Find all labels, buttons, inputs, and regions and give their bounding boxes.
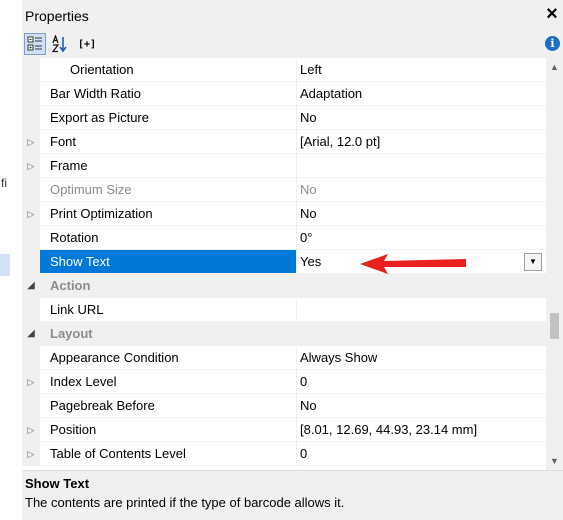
background-selection-edge xyxy=(0,254,10,276)
categorized-view-button[interactable] xyxy=(24,33,46,55)
categorized-view-icon xyxy=(27,36,42,51)
property-name: Export as Picture xyxy=(40,106,296,130)
expand-arrow-icon[interactable]: ▷ xyxy=(25,442,37,466)
expand-arrow-icon[interactable]: ▷ xyxy=(25,154,37,178)
red-annotation-arrow xyxy=(360,254,466,274)
description-title: Show Text xyxy=(25,476,90,491)
property-name: Appearance Condition xyxy=(40,346,296,370)
expand-arrow-icon[interactable]: ▷ xyxy=(25,370,37,394)
category-name: Layout xyxy=(40,322,296,346)
scroll-up-icon[interactable]: ▲ xyxy=(546,58,563,76)
property-value[interactable]: Always Show xyxy=(296,346,546,370)
dropdown-arrow-icon[interactable]: ▼ xyxy=(524,253,542,271)
property-name: Optimum Size xyxy=(40,178,296,202)
collapse-arrow-icon[interactable]: ◢ xyxy=(25,322,37,346)
property-row-appearance-condition[interactable]: Appearance Condition Always Show xyxy=(22,346,546,370)
panel-title: Properties xyxy=(25,8,89,24)
property-value[interactable] xyxy=(296,154,546,178)
background-partial-text: fi xyxy=(1,176,7,190)
property-value[interactable]: [8.01, 12.69, 44.93, 23.14 mm] xyxy=(296,418,546,442)
vertical-scrollbar[interactable]: ▲ ▼ xyxy=(546,58,563,470)
property-row-export-as-picture[interactable]: Export as Picture No xyxy=(22,106,546,130)
expand-arrow-icon[interactable]: ▷ xyxy=(25,130,37,154)
property-name: Pagebreak Before xyxy=(40,394,296,418)
close-icon[interactable]: × xyxy=(543,2,561,26)
description-pane: Show Text The contents are printed if th… xyxy=(22,470,563,520)
property-value[interactable]: [Arial, 12.0 pt] xyxy=(296,130,546,154)
property-row-pagebreak-before[interactable]: Pagebreak Before No xyxy=(22,394,546,418)
category-row-action[interactable]: ◢ Action xyxy=(22,274,546,298)
property-row-position[interactable]: ▷ Position [8.01, 12.69, 44.93, 23.14 mm… xyxy=(22,418,546,442)
property-row-bar-width-ratio[interactable]: Bar Width Ratio Adaptation xyxy=(22,82,546,106)
property-name: Orientation xyxy=(40,58,296,82)
property-row-print-optimization[interactable]: ▷ Print Optimization No xyxy=(22,202,546,226)
property-value[interactable]: Left xyxy=(296,58,546,82)
properties-toolbar: [+] i xyxy=(22,30,563,58)
property-row-link-url[interactable]: Link URL xyxy=(22,298,546,322)
property-name: Bar Width Ratio xyxy=(40,82,296,106)
collapse-arrow-icon[interactable]: ◢ xyxy=(25,274,37,298)
property-name: Print Optimization xyxy=(40,202,296,226)
info-icon[interactable]: i xyxy=(545,36,560,51)
property-value[interactable]: 0 xyxy=(296,370,546,394)
property-name: Frame xyxy=(40,154,296,178)
background-window-edge: fi xyxy=(0,0,22,520)
panel-title-bar: Properties × xyxy=(22,0,563,30)
alphabetical-sort-button[interactable] xyxy=(50,33,70,55)
property-value[interactable]: No xyxy=(296,394,546,418)
sort-alphabetical-icon xyxy=(51,35,67,53)
property-name: Font xyxy=(40,130,296,154)
property-value[interactable]: Adaptation xyxy=(296,82,546,106)
category-name: Action xyxy=(40,274,296,298)
property-name: Show Text xyxy=(40,250,296,274)
scrollbar-thumb[interactable] xyxy=(550,313,559,339)
property-value[interactable]: 0° xyxy=(296,226,546,250)
property-row-table-of-contents-level[interactable]: ▷ Table of Contents Level 0 xyxy=(22,442,546,466)
property-value[interactable]: 0 xyxy=(296,442,546,466)
property-value: No xyxy=(296,178,546,202)
category-row-layout[interactable]: ◢ Layout xyxy=(22,322,546,346)
property-name: Rotation xyxy=(40,226,296,250)
property-row-orientation[interactable]: Orientation Left xyxy=(22,58,546,82)
description-text: The contents are printed if the type of … xyxy=(25,495,345,510)
expand-all-button[interactable]: [+] xyxy=(74,33,100,55)
property-value[interactable]: No xyxy=(296,106,546,130)
property-value[interactable] xyxy=(296,298,546,322)
property-name: Table of Contents Level xyxy=(40,442,296,466)
property-row-optimum-size: Optimum Size No xyxy=(22,178,546,202)
property-name: Index Level xyxy=(40,370,296,394)
properties-panel: Properties × [+] i Orientation Left Bar … xyxy=(22,0,563,520)
property-name: Link URL xyxy=(40,298,296,322)
scroll-down-icon[interactable]: ▼ xyxy=(546,452,563,470)
property-row-rotation[interactable]: Rotation 0° xyxy=(22,226,546,250)
property-name: Position xyxy=(40,418,296,442)
expand-arrow-icon[interactable]: ▷ xyxy=(25,418,37,442)
property-value: Yes xyxy=(300,254,322,269)
property-row-font[interactable]: ▷ Font [Arial, 12.0 pt] xyxy=(22,130,546,154)
expand-arrow-icon[interactable]: ▷ xyxy=(25,202,37,226)
property-value[interactable]: No xyxy=(296,202,546,226)
property-row-index-level[interactable]: ▷ Index Level 0 xyxy=(22,370,546,394)
property-row-frame[interactable]: ▷ Frame xyxy=(22,154,546,178)
